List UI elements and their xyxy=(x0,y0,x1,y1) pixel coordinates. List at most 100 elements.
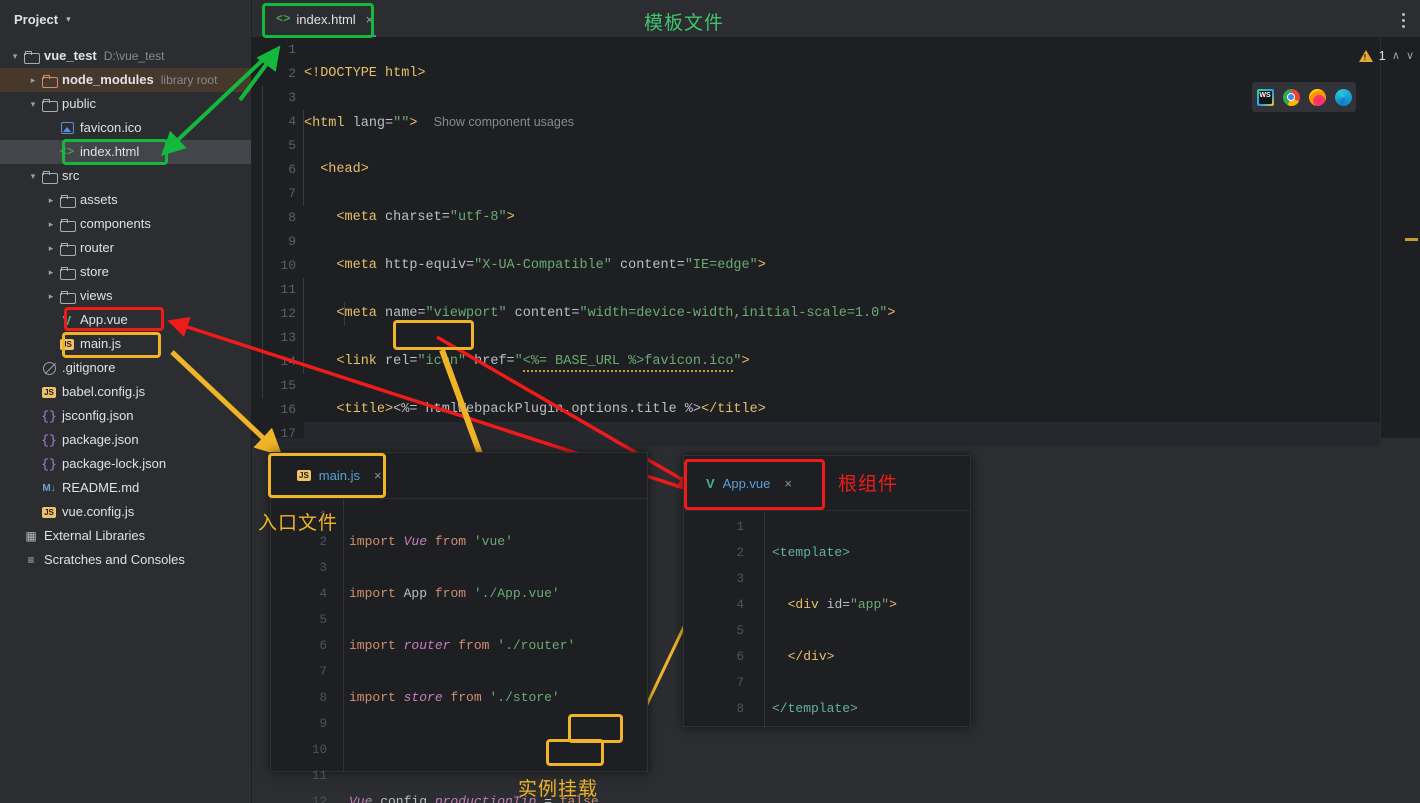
chevron-down-icon[interactable]: ∨ xyxy=(1406,49,1414,62)
line-number: 9 xyxy=(319,717,327,731)
folder-icon xyxy=(60,266,76,280)
tree-item-external-libraries[interactable]: ▦ External Libraries xyxy=(0,524,251,548)
tab-main-js[interactable]: JS main.js × xyxy=(271,453,647,499)
floating-editor-app-vue[interactable]: V App.vue × 1 2 3 4 5 6 7 8 <template> <div id=… xyxy=(683,455,971,728)
chevron-right-icon[interactable]: ▸ xyxy=(44,267,58,278)
scrollbar-warning-marker[interactable] xyxy=(1405,238,1418,241)
tree-item-package-json[interactable]: {} package.json xyxy=(0,428,251,452)
markdown-icon: M↓ xyxy=(42,482,56,494)
tab-label: App.vue xyxy=(722,475,771,491)
line-number: 7 xyxy=(319,665,327,679)
edge-icon[interactable] xyxy=(1334,88,1352,106)
line-number: 4 xyxy=(319,587,327,601)
tree-item-node-modules[interactable]: ▸ node_modules library root xyxy=(0,68,251,92)
close-icon[interactable]: × xyxy=(374,468,382,483)
line-number: 7 xyxy=(736,676,744,690)
tree-item-jsconfig-json[interactable]: {} jsconfig.json xyxy=(0,404,251,428)
close-icon[interactable]: × xyxy=(784,476,792,491)
tree-item-scratches-and-consoles[interactable]: ≡ Scratches and Consoles xyxy=(0,548,251,572)
tree-item-label: public xyxy=(62,96,96,111)
folder-icon xyxy=(24,50,40,64)
line-number: 2 xyxy=(736,546,744,560)
tree-item-store[interactable]: ▸ store xyxy=(0,260,251,284)
tree-item-label: store xyxy=(80,264,109,279)
tree-item-assets[interactable]: ▸ assets xyxy=(0,188,251,212)
line-number: 14 xyxy=(280,354,296,369)
tree-item-label: src xyxy=(62,168,80,183)
line-number: 6 xyxy=(736,650,744,664)
code-line: import store from './store' xyxy=(349,690,560,705)
inline-hint-show-component-usages[interactable]: Show component usages xyxy=(434,115,574,129)
kebab-menu-icon[interactable] xyxy=(1402,10,1406,31)
annotation-instance-mount: 实例挂载 xyxy=(518,779,599,800)
tree-item-suffix: D:\vue_test xyxy=(103,49,165,63)
tree-item-public[interactable]: ▾ public xyxy=(0,92,251,116)
tree-item-components[interactable]: ▸ components xyxy=(0,212,251,236)
chevron-up-icon[interactable]: ∧ xyxy=(1392,49,1400,62)
browser-launch-bar[interactable]: WS xyxy=(1252,82,1356,112)
tree-item-readme-md[interactable]: M↓ README.md xyxy=(0,476,251,500)
chevron-right-icon[interactable]: ▸ xyxy=(44,219,58,230)
tab-label: index.html xyxy=(296,11,356,27)
tab-app-vue[interactable]: V App.vue × xyxy=(684,456,970,511)
close-icon[interactable]: × xyxy=(366,12,374,27)
tree-item-views[interactable]: ▸ views xyxy=(0,284,251,308)
chevron-down-icon[interactable]: ▾ xyxy=(8,51,22,62)
folder-icon xyxy=(60,194,76,208)
chevron-down-icon[interactable]: ▾ xyxy=(66,14,71,25)
code-line: </template> xyxy=(772,701,858,716)
tree-item-vue-config-js[interactable]: JS vue.config.js xyxy=(0,500,251,524)
floating-editor-main-js[interactable]: JS main.js × 1 2 3 4 5 6 7 8 9 10 11 12 import Vue … xyxy=(270,452,648,803)
html-icon: <> xyxy=(276,12,291,26)
chevron-down-icon[interactable]: ▾ xyxy=(26,99,40,110)
folder-icon xyxy=(60,218,76,232)
annotation-root-component: 根组件 xyxy=(838,474,899,495)
tree-item-src[interactable]: ▾ src xyxy=(0,164,251,188)
chevron-right-icon[interactable]: ▸ xyxy=(26,75,40,86)
webstorm-icon[interactable]: WS xyxy=(1256,88,1274,106)
editor-code-content[interactable]: <!DOCTYPE html> <html lang=""> Show comp… xyxy=(304,38,1380,438)
tree-item-label: views xyxy=(80,288,113,303)
tree-item-label: main.js xyxy=(80,336,122,351)
tree-item-favicon-ico[interactable]: favicon.ico xyxy=(0,116,251,140)
tree-item-main-js[interactable]: JS main.js xyxy=(0,332,251,356)
chrome-icon[interactable] xyxy=(1282,88,1300,106)
line-number: 5 xyxy=(736,624,744,638)
tab-index-html[interactable]: <> index.html × xyxy=(266,2,382,36)
tree-item-app-vue[interactable]: V App.vue xyxy=(0,308,251,332)
code-app-vue[interactable]: <template> <div id="app"> </div> </templ… xyxy=(772,514,897,803)
tree-item-label: index.html xyxy=(80,144,140,159)
chevron-right-icon[interactable]: ▸ xyxy=(44,291,58,302)
js-icon: JS xyxy=(42,386,56,398)
line-number: 8 xyxy=(319,691,327,705)
line-number: 12 xyxy=(280,306,296,321)
code-editor-index-html[interactable]: 123456789101112131415161718 <!DOCTYPE ht… xyxy=(252,38,1420,465)
warning-triangle-icon xyxy=(1358,49,1373,62)
project-panel-header[interactable]: Project ▾ xyxy=(0,0,251,38)
tree-item-vue-test[interactable]: ▾ vue_test D:\vue_test xyxy=(0,44,251,68)
tree-item-index-html[interactable]: <> index.html xyxy=(0,140,251,164)
chevron-down-icon[interactable]: ▾ xyxy=(26,171,40,182)
inspections-widget[interactable]: 1 ∧ ∨ xyxy=(1358,38,1420,438)
line-number: 8 xyxy=(736,702,744,716)
code-line: </div> xyxy=(787,649,835,664)
tree-item-label: README.md xyxy=(62,480,140,495)
tree-item-label: babel.config.js xyxy=(62,384,146,399)
gutter-separator xyxy=(343,500,344,772)
tree-item-gitignore[interactable]: .gitignore xyxy=(0,356,251,380)
code-main-js[interactable]: import Vue from 'vue' import App from '.… xyxy=(349,503,600,803)
tree-item-babel-config-js[interactable]: JS babel.config.js xyxy=(0,380,251,404)
tree-item-label: jsconfig.json xyxy=(62,408,134,423)
gitignore-icon xyxy=(42,361,56,375)
chevron-right-icon[interactable]: ▸ xyxy=(44,195,58,206)
tree-item-package-lock-json[interactable]: {} package-lock.json xyxy=(0,452,251,476)
firefox-icon[interactable] xyxy=(1308,88,1326,106)
tree-item-router[interactable]: ▸ router xyxy=(0,236,251,260)
scratches-icon: ≡ xyxy=(27,553,35,567)
project-file-tree[interactable]: ▾ vue_test D:\vue_test ▸ node_modules library… xyxy=(0,44,251,572)
code-line: <head> xyxy=(320,162,369,177)
warning-indicator[interactable]: 1 ∧ ∨ xyxy=(1358,48,1414,63)
chevron-right-icon[interactable]: ▸ xyxy=(44,243,58,254)
indent-guide xyxy=(262,86,263,398)
